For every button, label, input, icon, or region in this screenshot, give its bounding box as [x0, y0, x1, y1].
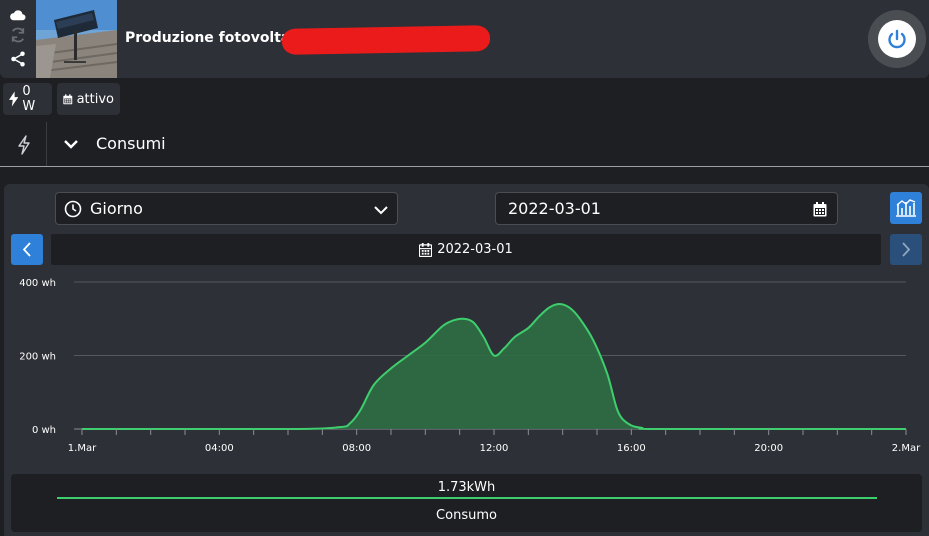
- header-side-icons: [0, 0, 36, 78]
- consumption-chart: 1.Mar 04:00 08:00 12:00 16:00 20:00 2.Mar 0 wh…: [19, 278, 921, 454]
- x-tick-label: 2.Mar: [892, 443, 921, 454]
- legend-line-consumo: [57, 497, 877, 499]
- x-tick-label: 12:00: [480, 443, 509, 454]
- y-tick-label: 0 wh: [32, 425, 56, 436]
- device-header: Produzione fotovoltaico: [0, 0, 929, 78]
- cloud-icon[interactable]: [9, 6, 27, 24]
- x-tick-label: 1.Mar: [68, 443, 97, 454]
- device-photo: [36, 0, 117, 78]
- calendar-icon: [63, 93, 73, 104]
- bolt-icon: [9, 91, 19, 107]
- legend-label: Consumo: [436, 508, 497, 523]
- power-button[interactable]: [868, 10, 926, 68]
- y-tick-label: 200 wh: [19, 352, 56, 363]
- redaction-mark: [281, 25, 491, 55]
- x-tick-label: 04:00: [205, 443, 234, 454]
- consumption-section-header[interactable]: Consumi: [0, 122, 929, 167]
- total-summary: 1.73kWh Consumo: [11, 474, 922, 532]
- chevron-down-icon[interactable]: [64, 138, 78, 150]
- y-tick-label: 400 wh: [19, 278, 56, 289]
- total-value: 1.73kWh: [437, 480, 496, 495]
- power-value: 0 W: [22, 84, 36, 114]
- consumption-panel: Giorno 2022-03-01 2022-03-01 1.Mar 04:00…: [4, 184, 929, 536]
- x-tick-label: 08:00: [342, 443, 371, 454]
- section-divider: [46, 122, 47, 166]
- share-icon[interactable]: [9, 50, 27, 68]
- bolt-outline-icon: [18, 135, 30, 155]
- status-value: attivo: [76, 91, 114, 107]
- refresh-icon[interactable]: [9, 26, 27, 44]
- power-badge: 0 W: [3, 83, 52, 115]
- section-title: Consumi: [96, 134, 166, 153]
- x-tick-label: 20:00: [754, 443, 783, 454]
- series-area-consumo: [82, 304, 906, 429]
- x-tick-label: 16:00: [617, 443, 646, 454]
- status-badge: attivo: [57, 83, 120, 115]
- power-icon: [888, 29, 906, 49]
